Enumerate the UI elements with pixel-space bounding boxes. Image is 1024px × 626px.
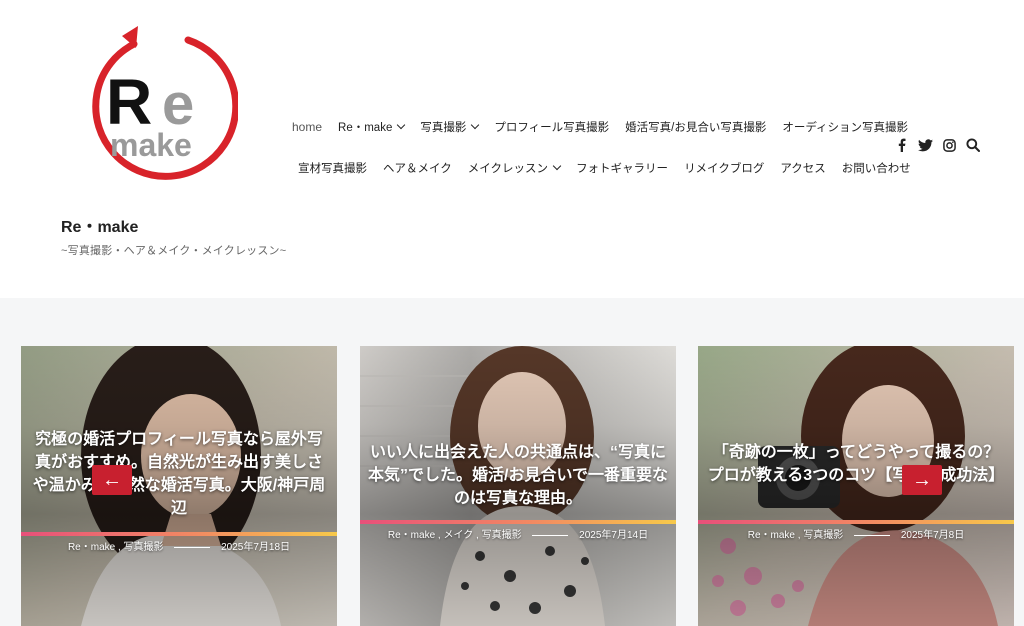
instagram-icon[interactable]: [940, 136, 958, 154]
slider-card[interactable]: 究極の婚活プロフィール写真なら屋外写真がおすすめ。自然光が生み出す美しさや温かみ…: [21, 346, 337, 626]
site-logo[interactable]: R e make: [78, 22, 240, 194]
post-title[interactable]: いい人に出会えた人の共通点は、“写真に本気”でした。婚活/お見合いで一番重要なの…: [368, 441, 668, 510]
post-date: 2025年7月18日: [221, 542, 291, 553]
arrow-right-icon: →: [912, 468, 932, 491]
nav-item-contact[interactable]: お問い合わせ: [842, 160, 911, 176]
post-date: 2025年7月8日: [900, 530, 965, 541]
chevron-down-icon: [552, 161, 562, 171]
post-meta: Re・make , 写真撮影 2025年7月18日: [21, 538, 337, 553]
nav-item-profile-photo[interactable]: プロフィール写真撮影: [494, 119, 609, 135]
card-divider: [360, 520, 676, 524]
nav-item-gallery[interactable]: フォトギャラリー: [576, 160, 668, 176]
slider-next-button[interactable]: →: [902, 465, 942, 495]
post-categories[interactable]: Re・make , 写真撮影: [68, 542, 164, 553]
slider-prev-button[interactable]: ←: [92, 465, 132, 495]
site-header: R e make Re・make ~写真撮影・ヘア＆メイク・メイクレッスン~ h…: [0, 0, 1024, 298]
slider-card[interactable]: いい人に出会えた人の共通点は、“写真に本気”でした。婚活/お見合いで一番重要なの…: [360, 346, 676, 626]
post-meta: Re・make , メイク , 写真撮影 2025年7月14日: [360, 526, 676, 541]
svg-text:make: make: [110, 127, 192, 163]
facebook-icon[interactable]: [892, 136, 910, 154]
nav-item-makeup-lesson[interactable]: メイクレッスン: [468, 160, 562, 176]
site-title[interactable]: Re・make: [61, 213, 138, 237]
social-links: [892, 136, 988, 154]
nav-item-promo-photo[interactable]: 宣材写真撮影: [298, 160, 367, 176]
nav-item-blog[interactable]: リメイクブログ: [684, 160, 764, 176]
post-title[interactable]: 「奇跡の一枚」ってどうやって撮るの？プロが教える3つのコツ【写真の成功法】: [706, 441, 1006, 487]
nav-item-marriage-photo[interactable]: 婚活写真/お見合い写真撮影: [625, 119, 766, 135]
featured-slider: 究極の婚活プロフィール写真なら屋外写真がおすすめ。自然光が生み出す美しさや温かみ…: [0, 298, 1024, 626]
chevron-down-icon: [471, 120, 480, 130]
card-divider: [698, 520, 1014, 524]
nav-item-remake[interactable]: Re・make: [338, 119, 406, 135]
nav-row-1: home Re・make 写真撮影 プロフィール写真撮影 婚活写真/お見合い写真…: [286, 112, 916, 142]
meta-separator: [532, 534, 569, 536]
arrow-left-icon: ←: [102, 468, 122, 491]
post-meta: Re・make , 写真撮影 2025年7月8日: [698, 526, 1014, 541]
nav-row-2: 宣材写真撮影 ヘア＆メイク メイクレッスン フォトギャラリー リメイクブログ ア…: [290, 153, 919, 183]
nav-item-access[interactable]: アクセス: [780, 160, 825, 176]
nav-item-audition-photo[interactable]: オーディション写真撮影: [782, 119, 908, 135]
post-title[interactable]: 究極の婚活プロフィール写真なら屋外写真がおすすめ。自然光が生み出す美しさや温かみ…: [29, 428, 329, 520]
search-icon[interactable]: [964, 136, 982, 154]
card-divider: [21, 532, 337, 536]
chevron-down-icon: [397, 120, 406, 130]
twitter-icon[interactable]: [916, 136, 934, 154]
nav-item-home[interactable]: home: [292, 120, 322, 134]
meta-separator: [854, 534, 891, 536]
site-description: ~写真撮影・ヘア＆メイク・メイクレッスン~: [61, 245, 287, 257]
post-date: 2025年7月14日: [579, 530, 649, 541]
post-categories[interactable]: Re・make , 写真撮影: [748, 530, 844, 541]
slider-card[interactable]: 「奇跡の一枚」ってどうやって撮るの？プロが教える3つのコツ【写真の成功法】 Re…: [698, 346, 1014, 626]
meta-separator: [174, 546, 211, 548]
nav-item-hair-makeup[interactable]: ヘア＆メイク: [383, 160, 452, 176]
post-categories[interactable]: Re・make , メイク , 写真撮影: [388, 530, 522, 541]
nav-item-photo[interactable]: 写真撮影: [420, 119, 480, 135]
